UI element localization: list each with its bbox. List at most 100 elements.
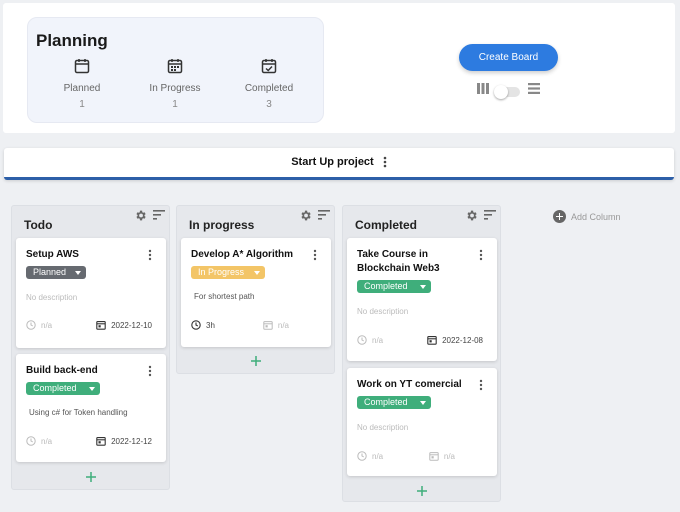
gear-icon[interactable] bbox=[465, 209, 478, 222]
chevron-down-icon bbox=[420, 285, 426, 289]
status-label: Completed bbox=[33, 383, 77, 393]
status-badge[interactable]: In Progress bbox=[191, 266, 265, 279]
planning-title: Planning bbox=[36, 31, 108, 50]
card-date: n/a bbox=[263, 320, 289, 330]
calendar-dots-icon bbox=[167, 59, 183, 74]
card-time-value: n/a bbox=[41, 436, 53, 446]
status-label: Completed bbox=[364, 281, 408, 291]
stat-label: Planned bbox=[63, 83, 101, 94]
calendar-icon bbox=[427, 336, 437, 345]
add-column-button[interactable]: Add Column bbox=[553, 210, 621, 223]
card-description: For shortest path bbox=[194, 292, 255, 301]
list-view-icon[interactable] bbox=[528, 83, 540, 94]
card-date-value: 2022-12-10 bbox=[111, 320, 152, 330]
clock-icon bbox=[26, 320, 36, 330]
add-card-icon[interactable] bbox=[250, 355, 262, 367]
stat-label: In Progress bbox=[149, 83, 201, 94]
gear-icon[interactable] bbox=[134, 209, 147, 222]
planning-summary-card: Planning Planned 1 In Progress 1 Complet… bbox=[27, 17, 324, 123]
calendar-icon bbox=[263, 321, 273, 330]
card-time: 3h bbox=[191, 320, 215, 330]
column-title: In progress bbox=[189, 218, 255, 232]
clock-icon bbox=[191, 320, 201, 330]
clock-icon bbox=[357, 335, 367, 345]
card-description: Using c# for Token handling bbox=[29, 408, 128, 417]
stat-count: 1 bbox=[79, 99, 85, 110]
card-date-value: 2022-12-08 bbox=[442, 335, 483, 345]
card-time-value: n/a bbox=[41, 320, 53, 330]
card-title: Take Course in Blockchain Web3 bbox=[357, 249, 440, 274]
toggle-knob bbox=[494, 85, 508, 99]
create-board-button[interactable]: Create Board bbox=[459, 44, 558, 71]
card-menu-icon[interactable] bbox=[479, 379, 483, 391]
column-title: Todo bbox=[24, 218, 53, 232]
chevron-down-icon bbox=[420, 401, 426, 405]
top-panel: Planning Planned 1 In Progress 1 Complet… bbox=[3, 3, 675, 133]
status-label: In Progress bbox=[198, 267, 245, 277]
task-card[interactable]: Build back-end Completed Using c# for To… bbox=[16, 354, 166, 462]
gear-icon[interactable] bbox=[299, 209, 312, 222]
add-circle-icon bbox=[553, 210, 566, 223]
stat-in-progress: In Progress 1 bbox=[130, 58, 220, 110]
card-title: Develop A* Algorithm bbox=[191, 249, 294, 260]
stat-count: 3 bbox=[266, 99, 272, 110]
status-badge[interactable]: Completed bbox=[357, 396, 431, 409]
card-time-value: n/a bbox=[372, 451, 384, 461]
card-time-value: 3h bbox=[206, 320, 215, 330]
status-label: Planned bbox=[33, 267, 67, 277]
clock-icon bbox=[357, 451, 367, 461]
add-card-icon[interactable] bbox=[416, 485, 428, 497]
status-badge[interactable]: Completed bbox=[26, 382, 100, 395]
card-description: No description bbox=[26, 293, 78, 302]
card-menu-icon[interactable] bbox=[313, 249, 317, 261]
add-column-label: Add Column bbox=[571, 211, 621, 222]
columns-view-icon[interactable] bbox=[477, 83, 489, 94]
project-title-row: Start Up project bbox=[4, 156, 674, 168]
chevron-down-icon bbox=[89, 387, 95, 391]
calendar-check-icon bbox=[261, 59, 277, 74]
calendar-icon bbox=[96, 321, 106, 330]
add-card-icon[interactable] bbox=[85, 471, 97, 483]
card-date: 2022-12-08 bbox=[427, 335, 483, 345]
calendar-icon bbox=[96, 437, 106, 446]
card-menu-icon[interactable] bbox=[148, 249, 152, 261]
more-options-icon[interactable] bbox=[383, 156, 387, 168]
clock-icon bbox=[26, 436, 36, 446]
project-title[interactable]: Start Up project bbox=[291, 156, 374, 168]
card-menu-icon[interactable] bbox=[148, 365, 152, 377]
card-time: n/a bbox=[357, 335, 383, 345]
sort-icon[interactable] bbox=[484, 210, 496, 220]
sort-icon[interactable] bbox=[318, 210, 330, 220]
card-menu-icon[interactable] bbox=[479, 249, 483, 261]
stat-count: 1 bbox=[172, 99, 178, 110]
task-card[interactable]: Setup AWS Planned No description n/a 202… bbox=[16, 238, 166, 348]
card-time: n/a bbox=[357, 451, 383, 461]
card-title: Setup AWS bbox=[26, 249, 79, 260]
card-time: n/a bbox=[26, 436, 52, 446]
stat-planned: Planned 1 bbox=[37, 58, 127, 110]
card-time: n/a bbox=[26, 320, 52, 330]
chevron-down-icon bbox=[254, 271, 260, 275]
chevron-down-icon bbox=[75, 271, 81, 275]
task-card[interactable]: Take Course in Blockchain Web3 Completed… bbox=[347, 238, 497, 361]
status-badge[interactable]: Planned bbox=[26, 266, 86, 279]
card-date-value: n/a bbox=[277, 320, 289, 330]
card-time-value: n/a bbox=[372, 335, 384, 345]
column-todo: Todo Setup AWS Planned No description n/… bbox=[11, 205, 170, 490]
card-description: No description bbox=[357, 423, 409, 432]
sort-icon[interactable] bbox=[153, 210, 165, 220]
card-title: Build back-end bbox=[26, 365, 98, 376]
card-date: n/a bbox=[429, 451, 455, 461]
card-date: 2022-12-10 bbox=[96, 320, 152, 330]
card-description: No description bbox=[357, 307, 409, 316]
status-badge[interactable]: Completed bbox=[357, 280, 431, 293]
task-card[interactable]: Develop A* Algorithm In Progress For sho… bbox=[181, 238, 331, 347]
card-title: Work on YT comercial bbox=[357, 379, 462, 390]
card-date-value: 2022-12-12 bbox=[111, 436, 152, 446]
view-toggle[interactable] bbox=[494, 85, 520, 99]
card-date-value: n/a bbox=[443, 451, 455, 461]
status-label: Completed bbox=[364, 397, 408, 407]
stat-label: Completed bbox=[244, 83, 294, 94]
task-card[interactable]: Work on YT comercial Completed No descri… bbox=[347, 368, 497, 476]
calendar-icon bbox=[429, 452, 439, 461]
